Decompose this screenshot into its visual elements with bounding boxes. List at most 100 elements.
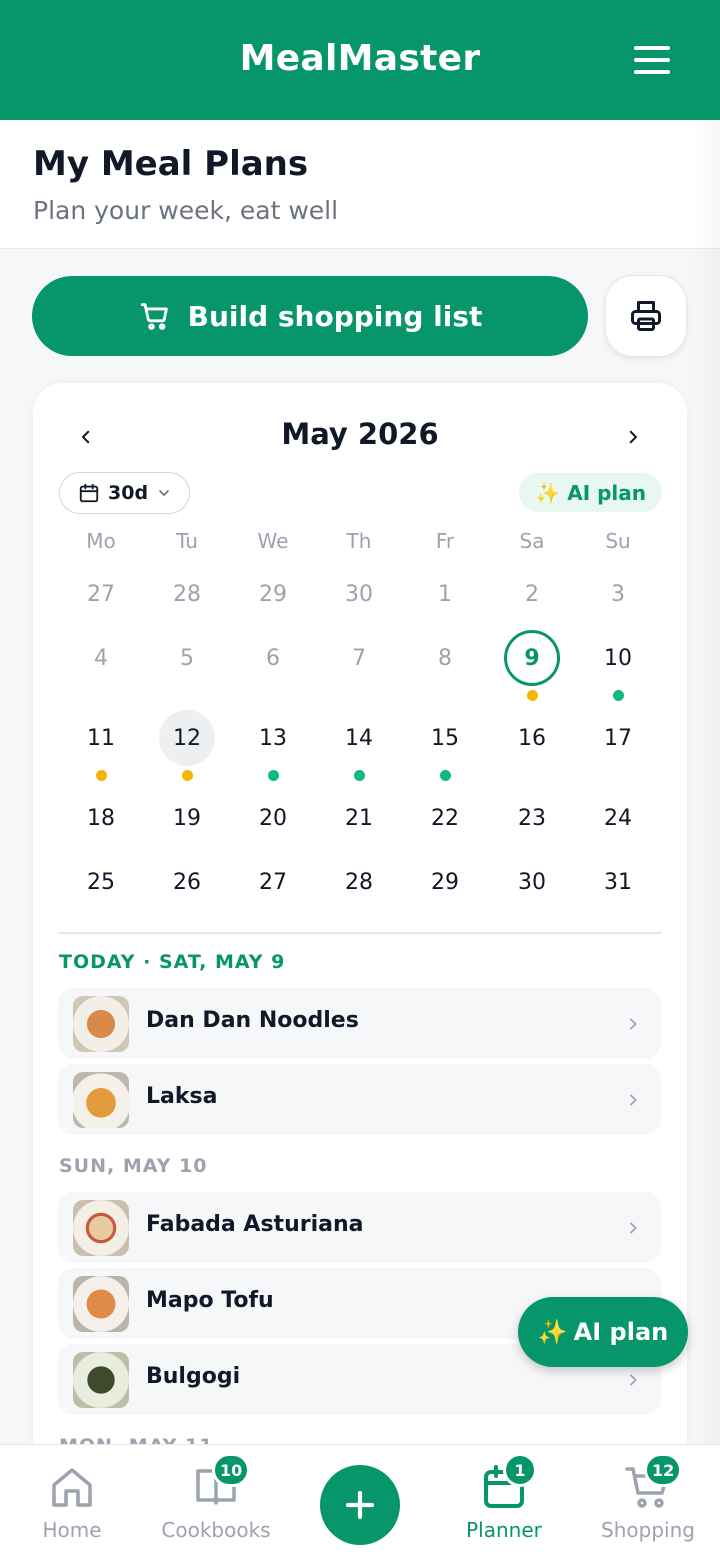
meal-indicator-dot: [440, 770, 451, 781]
calendar-day-number: 13: [259, 725, 287, 751]
meal-item[interactable]: Laksa: [58, 1064, 661, 1135]
calendar-day[interactable]: 15: [415, 708, 475, 781]
calendar-day-number: 17: [604, 725, 632, 751]
calendar-day[interactable]: 20: [243, 788, 303, 848]
menu-icon: [634, 46, 670, 50]
calendar-day-number: 16: [518, 725, 546, 751]
calendar-day-number: 6: [266, 645, 280, 671]
range-select-value: 30d: [108, 482, 149, 504]
calendar-day-number: 27: [87, 581, 115, 607]
calendar-day[interactable]: 29: [415, 852, 475, 912]
meal-item[interactable]: Dan Dan Noodles: [58, 988, 661, 1059]
calendar-day[interactable]: 27: [243, 852, 303, 912]
calendar-day[interactable]: 30: [502, 852, 562, 912]
divider: [59, 932, 662, 934]
calendar-day[interactable]: 7: [329, 628, 389, 688]
meal-name: Fabada Asturiana: [146, 1212, 364, 1237]
calendar-day[interactable]: 4: [71, 628, 131, 688]
day-section-label: SUN, MAY 10: [59, 1155, 208, 1177]
calendar-day-number: 23: [518, 805, 546, 831]
calendar-day[interactable]: 21: [329, 788, 389, 848]
calendar-day-number: 20: [259, 805, 287, 831]
meal-indicator-dot: [182, 770, 193, 781]
home-icon: [52, 1468, 92, 1507]
meal-indicator-dot: [354, 770, 365, 781]
meal-name: Laksa: [146, 1084, 218, 1109]
meal-indicator-dot: [96, 770, 107, 781]
meal-indicator-dot: [613, 690, 624, 701]
calendar-day[interactable]: 24: [588, 788, 648, 848]
menu-button[interactable]: [634, 46, 670, 74]
bottom-nav: Home 10 Cookbooks 1 Planner 12 Shopping: [0, 1444, 720, 1560]
calendar-day[interactable]: 29: [243, 564, 303, 624]
calendar-day-number: 7: [352, 645, 366, 671]
calendar-day[interactable]: 19: [157, 788, 217, 848]
weekday-label: We: [257, 529, 289, 553]
meal-thumbnail: [73, 996, 129, 1052]
cookbooks-badge: 10: [212, 1453, 251, 1487]
page-header: My Meal Plans Plan your week, eat well: [0, 120, 720, 249]
tab-shopping[interactable]: 12 Shopping: [576, 1445, 720, 1560]
scroll-shadow: [690, 120, 720, 1444]
add-button[interactable]: [320, 1465, 400, 1545]
calendar-day[interactable]: 31: [588, 852, 648, 912]
calendar-day[interactable]: 18: [71, 788, 131, 848]
calendar-day[interactable]: 2: [502, 564, 562, 624]
calendar-day-number: 14: [345, 725, 373, 751]
build-shopping-list-button[interactable]: Build shopping list: [32, 276, 588, 356]
calendar-day[interactable]: 8: [415, 628, 475, 688]
calendar-day[interactable]: 5: [157, 628, 217, 688]
calendar-day[interactable]: 23: [502, 788, 562, 848]
calendar-day[interactable]: 1: [415, 564, 475, 624]
calendar-day-number: 28: [173, 581, 201, 607]
calendar-day[interactable]: 26: [157, 852, 217, 912]
calendar-day-number: 30: [345, 581, 373, 607]
range-select[interactable]: 30d: [59, 472, 190, 514]
calendar-day[interactable]: 12: [157, 708, 217, 781]
ai-plan-fab[interactable]: ✨ AI plan: [518, 1297, 688, 1367]
calendar-day-number: 15: [431, 725, 459, 751]
meal-item[interactable]: Fabada Asturiana: [58, 1192, 661, 1263]
meal-name: Mapo Tofu: [146, 1288, 274, 1313]
weekday-label: Su: [605, 529, 631, 553]
ai-plan-fab-label: AI plan: [573, 1318, 669, 1346]
chevron-right-icon: [630, 1374, 637, 1386]
calendar-day[interactable]: 11: [71, 708, 131, 781]
meal-indicator-dot: [268, 770, 279, 781]
calendar-day[interactable]: 14: [329, 708, 389, 781]
ai-plan-chip[interactable]: ✨ AI plan: [519, 473, 662, 512]
meal-indicator-dot: [527, 690, 538, 701]
calendar-day[interactable]: 16: [502, 708, 562, 768]
calendar-day[interactable]: 28: [157, 564, 217, 624]
meal-thumbnail: [73, 1072, 129, 1128]
calendar-day-number: 31: [604, 869, 632, 895]
next-month-button[interactable]: [615, 419, 651, 455]
app-title: MealMaster: [239, 38, 481, 79]
chevron-down-icon: [159, 490, 169, 496]
chevron-right-icon: [630, 1018, 637, 1030]
calendar-day[interactable]: 10: [588, 628, 648, 701]
tab-home[interactable]: Home: [0, 1445, 144, 1560]
build-shopping-list-label: Build shopping list: [187, 299, 483, 333]
weekday-label: Sa: [519, 529, 545, 553]
print-button[interactable]: [605, 275, 687, 357]
page-title: My Meal Plans: [33, 144, 309, 184]
calendar-day[interactable]: 6: [243, 628, 303, 688]
sparkles-icon: ✨: [537, 1318, 568, 1346]
calendar-day[interactable]: 25: [71, 852, 131, 912]
tab-cookbooks[interactable]: 10 Cookbooks: [144, 1445, 288, 1560]
calendar-day-number: 30: [518, 869, 546, 895]
calendar-day[interactable]: 30: [329, 564, 389, 624]
calendar-day[interactable]: 3: [588, 564, 648, 624]
tab-cookbooks-label: Cookbooks: [161, 1518, 271, 1542]
tab-planner[interactable]: 1 Planner: [432, 1445, 576, 1560]
meal-thumbnail: [73, 1276, 129, 1332]
calendar-day[interactable]: 27: [71, 564, 131, 624]
calendar-day-today[interactable]: 9: [502, 628, 562, 701]
calendar-day-number: 3: [611, 581, 625, 607]
calendar-day[interactable]: 17: [588, 708, 648, 768]
planner-badge: 1: [503, 1453, 537, 1487]
calendar-day[interactable]: 13: [243, 708, 303, 781]
calendar-day[interactable]: 28: [329, 852, 389, 912]
calendar-day[interactable]: 22: [415, 788, 475, 848]
